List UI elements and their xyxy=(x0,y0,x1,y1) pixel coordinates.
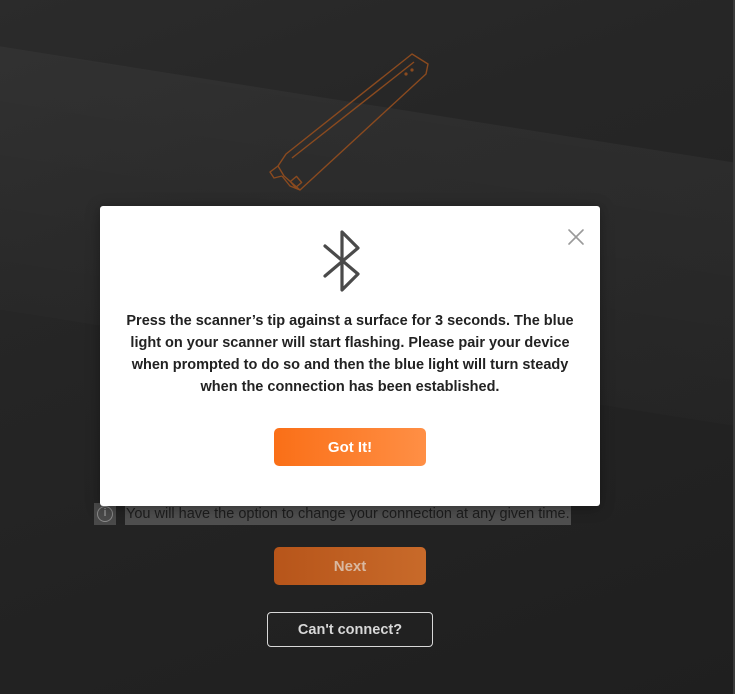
bluetooth-pairing-dialog: Press the scanner’s tip against a surfac… xyxy=(100,206,600,506)
pairing-instructions: Press the scanner’s tip against a surfac… xyxy=(126,313,574,395)
bluetooth-icon xyxy=(320,228,366,294)
got-it-button[interactable]: Got It! xyxy=(274,428,426,466)
close-icon[interactable] xyxy=(566,227,586,247)
